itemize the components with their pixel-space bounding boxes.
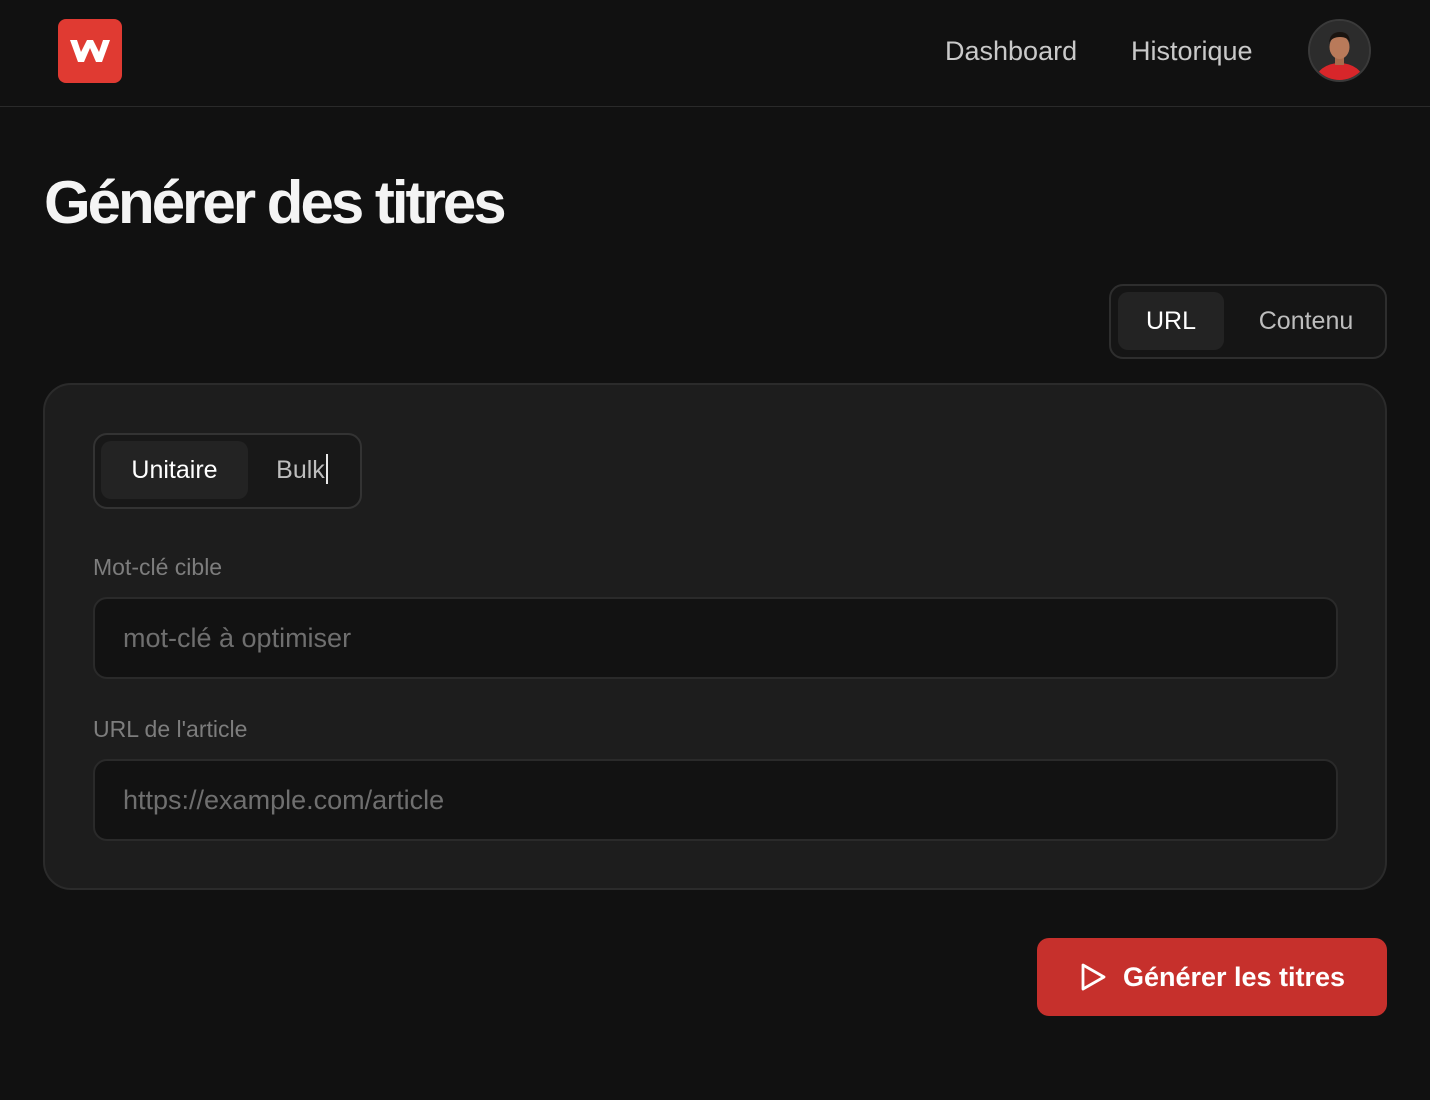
generate-titles-button[interactable]: Générer les titres [1037,938,1387,1016]
top-navbar: Dashboard Historique [0,0,1430,107]
generate-titles-label: Générer les titres [1122,962,1346,992]
keyword-input[interactable] [93,597,1338,679]
play-icon [1081,963,1106,991]
nav-history-link[interactable]: Historique [1131,35,1253,67]
tab-contenu[interactable]: Contenu [1235,292,1377,350]
tab-bulk[interactable]: Bulk [255,441,349,499]
form-card: Unitaire Bulk Mot-clé cible URL de l'art… [43,383,1387,890]
generation-type-toggle: Unitaire Bulk [93,433,362,509]
w-logo-icon[interactable] [58,19,122,83]
keyword-label: Mot-clé cible [93,554,223,580]
article-url-input[interactable] [93,759,1338,841]
source-mode-toggle: URL Contenu [1109,284,1387,359]
article-url-label: URL de l'article [93,716,248,742]
tab-unitaire[interactable]: Unitaire [101,441,248,499]
page-title: Générer des titres [44,169,507,236]
tab-url[interactable]: URL [1118,292,1224,350]
user-avatar[interactable] [1308,19,1371,82]
text-cursor [325,454,328,485]
tab-bulk-label: Bulk [276,456,325,484]
nav-dashboard-link[interactable]: Dashboard [945,35,1077,67]
